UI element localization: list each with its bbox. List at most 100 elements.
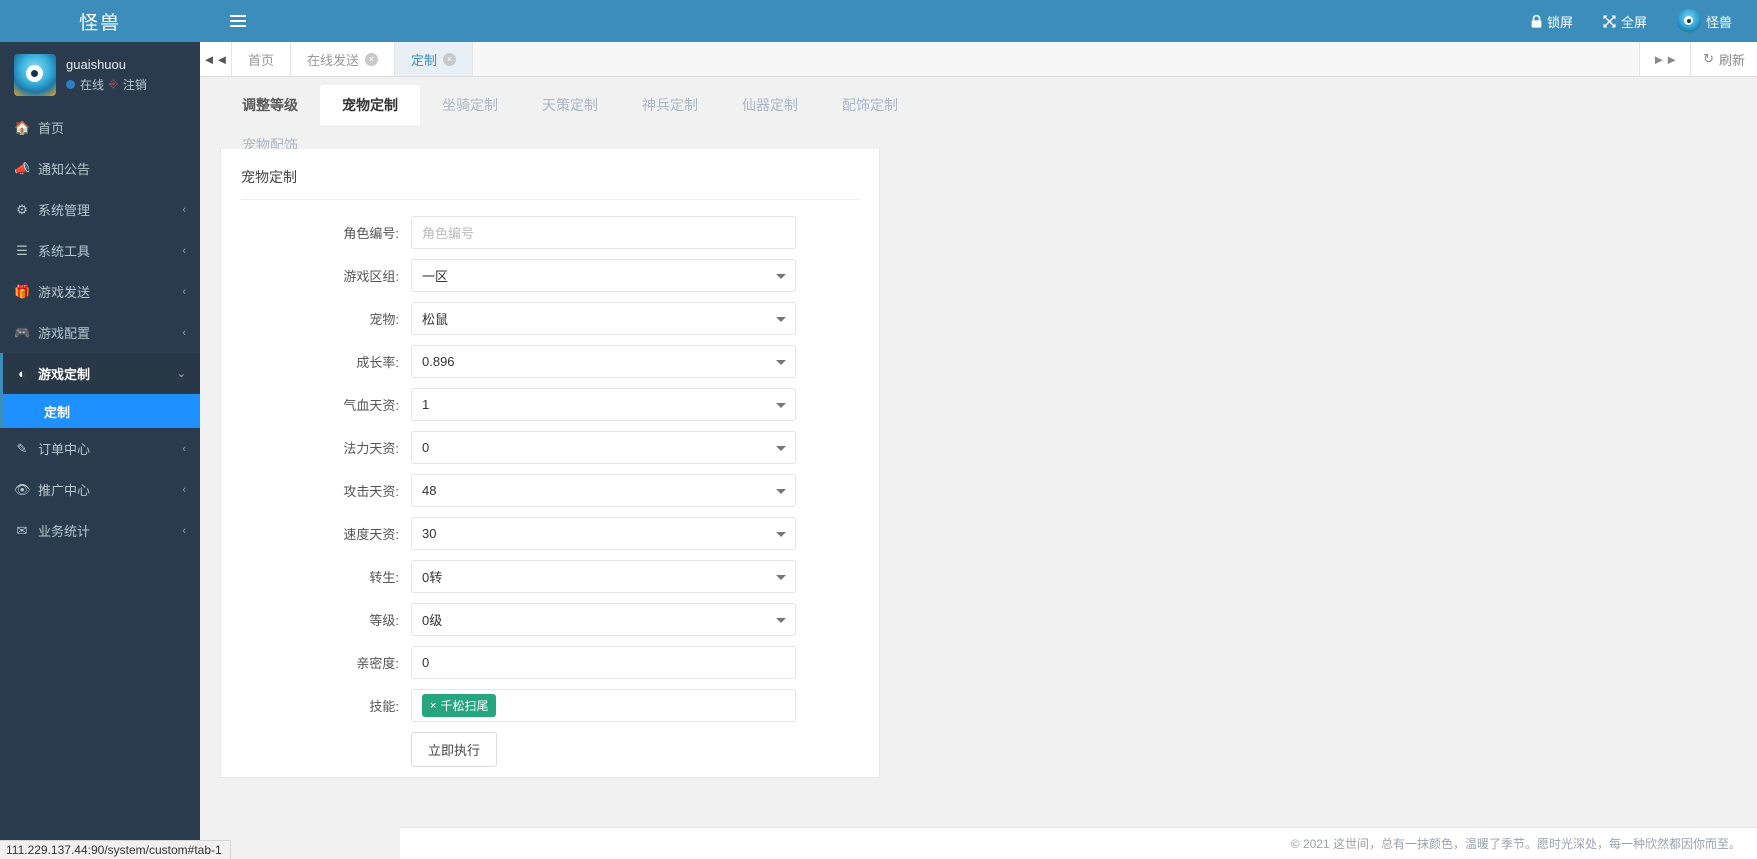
field-label: 游戏区组: [343,269,399,284]
logout-icon[interactable]: ⎆ [109,78,118,91]
tabs-scroll-right-button[interactable]: ►► [1639,42,1691,76]
field-row-role-id: 角色编号: 角色编号 [241,216,859,249]
field-row-intimacy: 亲密度: 0 [241,646,859,679]
sidebar-item-business-stats[interactable]: ✉ 业务统计 ‹ [0,510,200,551]
sidebar-menu: 🏠 首页 📣 通知公告 ⚙ 系统管理 ‹ ☰ 系统工具 ‹ 🎁 游戏发送 ‹ 🎮… [0,107,200,551]
field-row-speed-talent: 速度天资: 30 [241,517,859,550]
close-icon[interactable]: × [443,52,457,66]
skills-tag-input[interactable]: × 千松扫尾 [411,689,796,722]
expand-icon [1603,15,1616,28]
field-label: 速度天资: [343,527,399,542]
field-label: 等级: [369,613,399,628]
intimacy-input[interactable]: 0 [411,646,796,679]
field-label: 角色编号: [343,226,399,241]
refresh-icon: ↻ [1703,51,1714,66]
subtab-mount-custom[interactable]: 坐骑定制 [420,85,520,125]
pet-select[interactable]: 松鼠 [411,302,796,335]
chevron-left-icon: ‹ [182,442,186,455]
refresh-button[interactable]: ↻ 刷新 [1690,42,1757,76]
field-label: 亲密度: [356,656,399,671]
user-menu-button[interactable]: 怪兽 [1662,0,1747,42]
skill-tag: × 千松扫尾 [422,694,497,717]
double-chevron-right-icon: ►► [1652,51,1679,67]
subtab-artifact-custom[interactable]: 仙器定制 [720,85,820,125]
chevron-left-icon: ‹ [182,203,186,216]
sidebar-item-label: 业务统计 [38,524,91,539]
avatar [14,53,56,96]
select-value: 0.896 [422,354,455,369]
sidebar-item-system-manage[interactable]: ⚙ 系统管理 ‹ [0,189,200,230]
pet-custom-form-card: 宠物定制 角色编号: 角色编号 游戏区组: 一区 宠物: 松鼠 成长率: 0.8… [220,149,880,778]
field-row-rebirth: 转生: 0转 [241,560,859,593]
close-icon[interactable]: × [365,52,379,66]
mp-talent-select[interactable]: 0 [411,431,796,464]
sidebar-subitem-custom[interactable]: 定制 [0,394,200,428]
role-id-input[interactable]: 角色编号 [411,216,796,249]
field-row-growth-rate: 成长率: 0.896 [241,345,859,378]
execute-button[interactable]: 立即执行 [411,732,498,767]
select-value: 48 [422,483,437,498]
logout-link[interactable]: 注销 [123,76,147,93]
refresh-label: 刷新 [1718,52,1745,68]
envelope-icon: ✉ [16,522,28,538]
sidebar-item-system-tools[interactable]: ☰ 系统工具 ‹ [0,230,200,271]
speed-talent-select[interactable]: 30 [411,517,796,550]
sidebar-item-game-config[interactable]: 🎮 游戏配置 ‹ [0,312,200,353]
sidebar-item-promotion-center[interactable]: 👁 推广中心 ‹ [0,469,200,510]
top-header: 怪兽 锁屏 全屏 怪兽 [0,0,1757,42]
chevron-down-icon: ⌄ [176,368,186,380]
tabs-scroll-left-button[interactable]: ◄◄ [200,42,232,76]
field-row-mp-talent: 法力天资: 0 [241,431,859,464]
sidebar-item-order-center[interactable]: ✎ 订单中心 ‹ [0,428,200,469]
subtab-accessory-custom[interactable]: 配饰定制 [820,85,920,125]
sidebar-item-label: 通知公告 [38,162,91,177]
game-zone-select[interactable]: 一区 [411,259,796,292]
sidebar-item-label: 系统管理 [38,203,91,218]
field-row-attack-talent: 攻击天资: 48 [241,474,859,507]
double-chevron-left-icon: ◄◄ [202,51,229,67]
subtab-pet-custom[interactable]: 宠物定制 [320,85,420,125]
sidebar-item-label: 系统工具 [38,244,91,259]
sidebar-item-home[interactable]: 🏠 首页 [0,107,200,148]
chevron-left-icon: ‹ [182,244,186,257]
chevron-down-icon [776,445,786,451]
cube-icon: ◐ [18,366,26,381]
growth-rate-select[interactable]: 0.896 [411,345,796,378]
online-status-label: 在线 [80,77,105,92]
select-value: 一区 [422,269,449,284]
tab-custom[interactable]: 定制 × [395,42,474,76]
remove-tag-icon[interactable]: × [430,700,436,712]
subtab-weapon-custom[interactable]: 神兵定制 [620,85,720,125]
select-value: 0级 [422,613,443,628]
tab-bar-actions: ►► ↻ 刷新 [1639,42,1757,76]
field-row-hp-talent: 气血天资: 1 [241,388,859,421]
select-value: 1 [422,397,430,412]
sidebar-item-game-custom[interactable]: ◐ 游戏定制 ⌄ [0,353,200,394]
tab-online-send[interactable]: 在线发送 × [291,42,396,76]
field-label: 法力天资: [343,441,399,456]
tab-home[interactable]: 首页 [232,42,292,76]
header-actions: 锁屏 全屏 怪兽 [1516,0,1747,42]
subtab-adjust-level[interactable]: 调整等级 [220,85,320,125]
sidebar-item-game-send[interactable]: 🎁 游戏发送 ‹ [0,271,200,312]
level-select[interactable]: 0级 [411,603,796,636]
fullscreen-button[interactable]: 全屏 [1588,0,1662,42]
lock-screen-label: 锁屏 [1546,14,1573,30]
subtab-tiance-custom[interactable]: 天策定制 [520,85,620,125]
subtab-label: 坐骑定制 [442,97,498,113]
brand-logo[interactable]: 怪兽 [0,0,200,42]
user-status-row: 在线 ⎆ 注销 [66,76,147,93]
footer: © 2021 这世间，总有一抹颜色，温暖了季节。愿时光深处，每一种欣然都因你而至… [400,827,1757,859]
username-label: guaishuou [66,56,126,72]
sidebar-subitem-label: 定制 [44,404,71,420]
sidebar-item-notice[interactable]: 📣 通知公告 [0,148,200,189]
tab-list: 首页 在线发送 × 定制 × [232,42,1639,76]
sidebar-toggle-button[interactable] [222,0,254,42]
tab-label: 在线发送 [307,52,360,68]
attack-talent-select[interactable]: 48 [411,474,796,507]
hp-talent-select[interactable]: 1 [411,388,796,421]
list-icon: ☰ [16,242,28,258]
chevron-down-icon [776,617,786,623]
rebirth-select[interactable]: 0转 [411,560,796,593]
lock-screen-button[interactable]: 锁屏 [1516,0,1588,42]
